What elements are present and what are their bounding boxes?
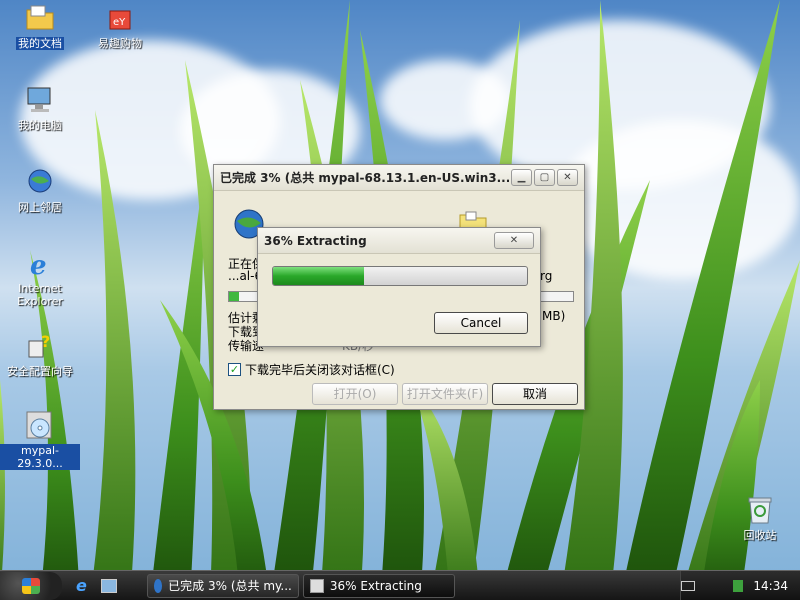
network-status-icon[interactable] <box>733 580 744 592</box>
close-button[interactable]: ✕ <box>557 169 578 186</box>
taskbar-task-download[interactable]: 已完成 3% (总共 my... <box>146 573 299 598</box>
desktop-icon-label: 我的电脑 <box>18 119 62 132</box>
open-button[interactable]: 打开(O) <box>312 383 398 405</box>
quick-launch-desktop-icon[interactable] <box>100 578 117 593</box>
close-on-complete-checkbox[interactable]: ✓ <box>228 363 241 376</box>
open-folder-button[interactable]: 打开文件夹(F) <box>402 383 488 405</box>
close-on-complete-checkbox-row[interactable]: ✓ 下载完毕后关闭该对话框(C) <box>228 361 395 378</box>
extract-progress-bar <box>272 266 528 286</box>
desktop-icon-mypal-installer[interactable]: mypal-29.3.0... <box>0 410 80 470</box>
desktop-icon-recycle-bin[interactable]: 回收站 <box>720 494 800 542</box>
svg-text:?: ? <box>41 332 50 351</box>
svg-text:eY: eY <box>113 17 126 28</box>
folder-icon <box>24 2 56 34</box>
download-progress-fill <box>229 292 240 301</box>
taskbar: e 已完成 3% (总共 my... 36% Extracting 14:34 <box>0 570 800 600</box>
keyboard-icon[interactable] <box>681 581 696 591</box>
windows-logo-icon <box>22 577 40 594</box>
download-window-titlebar[interactable]: 已完成 3% (总共 mypal-68.13.1.en-US.win3... ▁… <box>214 165 584 191</box>
desktop-icon-my-documents[interactable]: 我的文档 <box>0 2 80 50</box>
installer-cd-icon <box>24 410 56 442</box>
taskbar-task-label: 已完成 3% (总共 my... <box>168 579 292 593</box>
clock[interactable]: 14:34 <box>753 579 788 593</box>
desktop-icon-label: 安全配置向导 <box>7 365 73 378</box>
taskbar-task-extract[interactable]: 36% Extracting <box>302 573 455 598</box>
extract-window-title: 36% Extracting <box>264 233 367 248</box>
desktop-icon-shopping[interactable]: eY 易趣购物 <box>80 2 160 50</box>
taskbar-task-label: 36% Extracting <box>329 578 422 593</box>
desktop-icon-label: 我的文档 <box>16 37 64 50</box>
extract-window-titlebar[interactable]: 36% Extracting ✕ <box>258 228 540 254</box>
download-window-title: 已完成 3% (总共 mypal-68.13.1.en-US.win3... <box>220 171 509 185</box>
estimated-size-tail: MB) <box>542 309 566 323</box>
desktop-icon-label: 回收站 <box>743 529 777 542</box>
svg-text:e: e <box>30 251 47 279</box>
extract-task-icon <box>309 578 324 593</box>
recycle-bin-icon <box>744 494 776 526</box>
start-button[interactable] <box>0 571 62 600</box>
filename-tail: rg <box>540 269 553 283</box>
download-cancel-button[interactable]: 取消 <box>492 383 578 405</box>
extract-progress-fill <box>273 267 365 285</box>
minimize-button[interactable]: ▁ <box>511 169 532 186</box>
desktop-icon-my-computer[interactable]: 我的电脑 <box>0 84 80 132</box>
download-task-icon <box>153 578 163 593</box>
extract-progress-window: 36% Extracting ✕ Cancel <box>257 227 541 347</box>
desktop-icon-label: Internet Explorer <box>17 282 63 308</box>
desktop-icon-internet-explorer[interactable]: e Internet Explorer <box>0 248 80 308</box>
desktop-icon-label: mypal-29.3.0... <box>0 444 80 470</box>
desktop-icon-label: 网上邻居 <box>18 201 62 214</box>
desktop-icon-label: 易趣购物 <box>98 37 142 50</box>
desktop-icon-security-wizard[interactable]: ? 安全配置向导 <box>0 330 80 378</box>
wizard-icon: ? <box>24 330 56 362</box>
shopping-bag-icon: eY <box>104 2 136 34</box>
computer-icon <box>24 84 56 116</box>
maximize-button[interactable]: ▢ <box>534 169 555 186</box>
extract-cancel-button[interactable]: Cancel <box>434 312 528 334</box>
network-globe-icon <box>24 166 56 198</box>
close-on-complete-label: 下载完毕后关闭该对话框(C) <box>245 363 395 377</box>
quick-launch-ie-icon[interactable]: e <box>76 576 87 595</box>
desktop-icon-network[interactable]: 网上邻居 <box>0 166 80 214</box>
close-button[interactable]: ✕ <box>494 232 534 249</box>
ie-logo-icon: e <box>24 248 56 280</box>
system-tray: 14:34 <box>680 571 800 600</box>
